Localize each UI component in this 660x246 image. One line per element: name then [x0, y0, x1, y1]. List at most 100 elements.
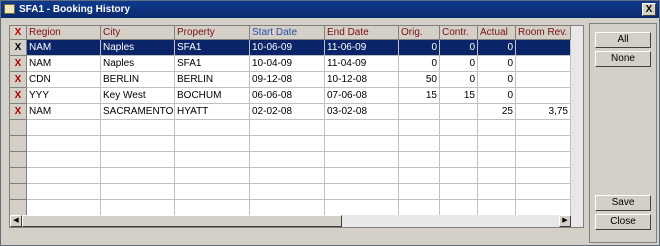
select-none-button[interactable]: None: [595, 51, 651, 67]
table-cell[interactable]: [440, 104, 478, 120]
table-cell[interactable]: [399, 104, 440, 120]
table-cell: [440, 152, 478, 168]
table-cell: [325, 184, 399, 200]
table-cell: [175, 120, 250, 136]
title-bar: SFA1 - Booking History X: [1, 1, 659, 18]
table-cell[interactable]: SACRAMENTO: [101, 104, 175, 120]
select-all-button[interactable]: All: [595, 32, 651, 48]
table-cell[interactable]: 25: [478, 104, 516, 120]
table-cell: [478, 136, 516, 152]
table-cell[interactable]: 02-02-08: [250, 104, 325, 120]
actual-column-header[interactable]: Actual: [478, 26, 516, 40]
table-cell: [325, 152, 399, 168]
table-cell[interactable]: 15: [399, 88, 440, 104]
close-button[interactable]: Close: [595, 214, 651, 230]
table-cell: [27, 136, 101, 152]
delete-x-icon[interactable]: X: [15, 58, 22, 69]
delete-x-icon[interactable]: X: [15, 42, 22, 53]
table-cell[interactable]: BOCHUM: [175, 88, 250, 104]
table-cell[interactable]: 0: [399, 56, 440, 72]
table-cell[interactable]: 0: [478, 72, 516, 88]
table-cell: [101, 184, 175, 200]
table-cell[interactable]: YYY: [27, 88, 101, 104]
booking-history-grid: X Region City Property Start Date End Date Ori…: [9, 25, 584, 228]
table-cell[interactable]: 10-04-09: [250, 56, 325, 72]
table-cell: [175, 152, 250, 168]
table-cell: [27, 200, 101, 216]
table-cell[interactable]: SFA1: [175, 40, 250, 56]
table-cell[interactable]: 10-06-09: [250, 40, 325, 56]
horizontal-scroll-thumb[interactable]: [22, 215, 342, 227]
row-delete-mark-icon[interactable]: X: [10, 72, 27, 88]
table-cell: [250, 200, 325, 216]
table-cell[interactable]: 07-06-08: [325, 88, 399, 104]
table-cell: [478, 184, 516, 200]
table-cell[interactable]: 0: [440, 40, 478, 56]
scroll-right-icon[interactable]: ▶: [559, 215, 571, 227]
table-cell[interactable]: BERLIN: [101, 72, 175, 88]
save-button[interactable]: Save: [595, 195, 651, 211]
table-cell[interactable]: Key West: [101, 88, 175, 104]
horizontal-scrollbar[interactable]: ◀ ▶: [10, 215, 583, 227]
table-cell[interactable]: 3,75: [516, 104, 571, 120]
table-cell: [516, 120, 571, 136]
table-cell: [478, 168, 516, 184]
mark-column-header[interactable]: X: [10, 26, 27, 40]
table-cell[interactable]: [516, 56, 571, 72]
table-cell[interactable]: 03-02-08: [325, 104, 399, 120]
table-cell: [478, 152, 516, 168]
table-cell: [440, 184, 478, 200]
table-cell[interactable]: Naples: [101, 40, 175, 56]
table-cell[interactable]: 0: [478, 88, 516, 104]
scroll-left-icon[interactable]: ◀: [10, 215, 22, 227]
table-cell: [440, 200, 478, 216]
table-cell[interactable]: 0: [440, 56, 478, 72]
table-cell[interactable]: 06-06-08: [250, 88, 325, 104]
table-cell[interactable]: 0: [399, 40, 440, 56]
row-delete-mark-icon[interactable]: X: [10, 56, 27, 72]
table-cell: [175, 168, 250, 184]
table-cell[interactable]: 11-06-09: [325, 40, 399, 56]
start-date-column-header[interactable]: Start Date: [250, 26, 325, 40]
vertical-scrollbar[interactable]: [571, 26, 583, 215]
table-cell[interactable]: 0: [478, 40, 516, 56]
table-cell[interactable]: 0: [478, 56, 516, 72]
table-cell[interactable]: 50: [399, 72, 440, 88]
table-cell: [399, 184, 440, 200]
end-date-column-header[interactable]: End Date: [325, 26, 399, 40]
orig-column-header[interactable]: Orig.: [399, 26, 440, 40]
table-cell[interactable]: 09-12-08: [250, 72, 325, 88]
row-delete-mark-icon[interactable]: X: [10, 104, 27, 120]
room-rev-column-header[interactable]: Room Rev.: [516, 26, 571, 40]
table-cell: [250, 168, 325, 184]
table-cell[interactable]: NAM: [27, 104, 101, 120]
table-cell[interactable]: [516, 40, 571, 56]
table-cell[interactable]: 15: [440, 88, 478, 104]
table-cell[interactable]: 10-12-08: [325, 72, 399, 88]
delete-x-icon[interactable]: X: [15, 106, 22, 117]
row-delete-mark-icon[interactable]: X: [10, 40, 27, 56]
region-column-header[interactable]: Region: [27, 26, 101, 40]
city-column-header[interactable]: City: [101, 26, 175, 40]
table-cell[interactable]: NAM: [27, 40, 101, 56]
property-column-header[interactable]: Property: [175, 26, 250, 40]
row-delete-mark-icon[interactable]: X: [10, 88, 27, 104]
contr-column-header[interactable]: Contr.: [440, 26, 478, 40]
table-cell[interactable]: CDN: [27, 72, 101, 88]
table-cell[interactable]: BERLIN: [175, 72, 250, 88]
table-cell: [516, 200, 571, 216]
table-cell[interactable]: Naples: [101, 56, 175, 72]
table-cell[interactable]: [516, 72, 571, 88]
table-cell: [516, 136, 571, 152]
window-close-button[interactable]: X: [642, 3, 656, 16]
table-cell[interactable]: [516, 88, 571, 104]
table-cell[interactable]: SFA1: [175, 56, 250, 72]
table-cell: [250, 136, 325, 152]
table-cell[interactable]: 0: [440, 72, 478, 88]
delete-x-icon[interactable]: X: [15, 74, 22, 85]
table-cell: [516, 184, 571, 200]
table-cell[interactable]: NAM: [27, 56, 101, 72]
table-cell[interactable]: 11-04-09: [325, 56, 399, 72]
delete-x-icon[interactable]: X: [15, 90, 22, 101]
table-cell[interactable]: HYATT: [175, 104, 250, 120]
